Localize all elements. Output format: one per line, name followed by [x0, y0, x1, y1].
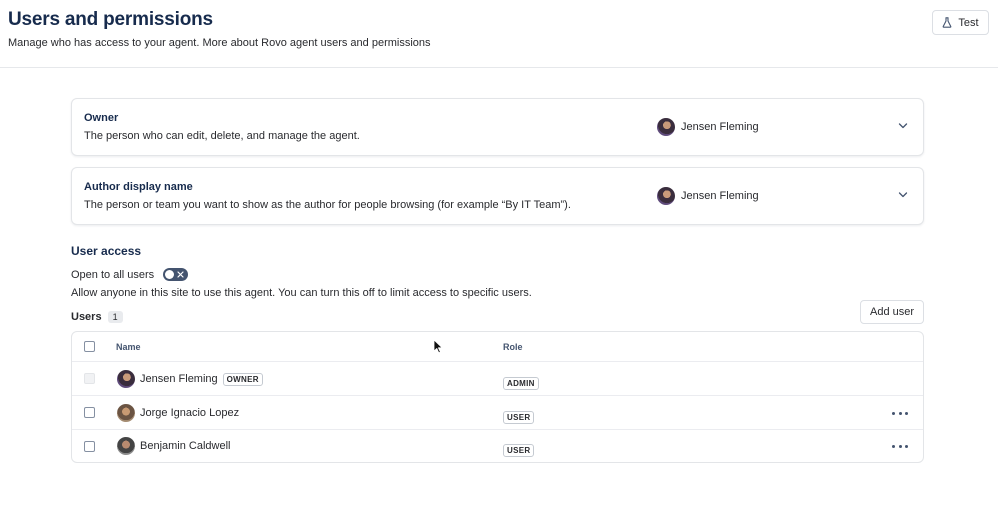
users-table: Name Role Jensen Fleming OWNER ADMIN Jor…	[71, 331, 924, 463]
owner-select[interactable]: Jensen Fleming	[657, 118, 759, 136]
author-name: Jensen Fleming	[681, 190, 759, 202]
page-subtitle[interactable]: Manage who has access to your agent. Mor…	[8, 37, 431, 49]
add-user-button[interactable]: Add user	[860, 300, 924, 324]
table-row: Jorge Ignacio Lopez USER	[72, 396, 923, 430]
test-button-label: Test	[958, 16, 979, 29]
avatar	[117, 437, 135, 455]
user-name: Benjamin Caldwell	[140, 440, 231, 452]
role-badge: USER	[503, 411, 535, 424]
row-checkbox[interactable]	[84, 407, 95, 418]
more-dot	[892, 411, 895, 415]
role-cell: USER	[503, 440, 535, 458]
more-dot	[892, 444, 895, 448]
user-cell: Jorge Ignacio Lopez	[117, 404, 239, 422]
owner-card-description: The person who can edit, delete, and man…	[84, 130, 360, 142]
avatar	[657, 118, 675, 136]
author-card-description: The person or team you want to show as t…	[84, 199, 571, 211]
close-icon	[177, 271, 184, 278]
user-cell: Benjamin Caldwell	[117, 437, 231, 455]
open-to-all-toggle[interactable]	[163, 268, 188, 281]
owner-card[interactable]: Owner The person who can edit, delete, a…	[71, 98, 924, 156]
user-name: Jensen Fleming	[140, 373, 218, 385]
role-cell: ADMIN	[503, 373, 539, 391]
test-button[interactable]: Test	[932, 10, 989, 35]
role-cell: USER	[503, 407, 535, 425]
avatar	[117, 404, 135, 422]
row-checkbox[interactable]	[84, 441, 95, 452]
avatar	[657, 187, 675, 205]
more-actions-button[interactable]	[892, 441, 908, 451]
owner-badge: OWNER	[222, 372, 263, 386]
avatar	[117, 370, 135, 388]
table-row: Jensen Fleming OWNER ADMIN	[72, 362, 923, 396]
role-badge: ADMIN	[503, 377, 539, 390]
select-all-checkbox[interactable]	[84, 341, 95, 352]
row-checkbox	[84, 373, 95, 384]
column-header-role[interactable]: Role	[503, 342, 523, 352]
owner-card-title: Owner	[84, 112, 119, 124]
table-row: Benjamin Caldwell USER	[72, 430, 923, 463]
more-dot	[905, 411, 908, 415]
open-to-all-label: Open to all users	[71, 269, 155, 281]
more-dot	[905, 444, 908, 448]
toggle-knob	[165, 270, 174, 279]
page-header: Users and permissions Manage who has acc…	[0, 0, 998, 68]
more-actions-button[interactable]	[892, 408, 908, 418]
author-select[interactable]: Jensen Fleming	[657, 187, 759, 205]
users-label: Users 1	[71, 311, 123, 323]
chevron-down-icon[interactable]	[898, 191, 908, 199]
more-dot	[898, 411, 902, 415]
chevron-down-icon[interactable]	[898, 122, 908, 130]
author-card-title: Author display name	[84, 181, 193, 193]
open-to-all-description: Allow anyone in this site to use this ag…	[71, 287, 532, 299]
column-header-name[interactable]: Name	[116, 342, 141, 352]
owner-name: Jensen Fleming	[681, 121, 759, 133]
page-title: Users and permissions	[8, 9, 213, 30]
author-card[interactable]: Author display name The person or team y…	[71, 167, 924, 225]
table-header-row: Name Role	[72, 332, 923, 362]
mouse-cursor-icon	[433, 339, 443, 354]
user-name: Jorge Ignacio Lopez	[140, 407, 240, 419]
flask-icon	[943, 17, 952, 28]
user-cell: Jensen Fleming OWNER	[117, 370, 263, 388]
user-access-title: User access	[71, 244, 142, 258]
users-count-badge: 1	[107, 311, 123, 323]
role-badge: USER	[503, 444, 535, 457]
users-label-text: Users	[71, 311, 102, 323]
more-dot	[898, 444, 902, 448]
